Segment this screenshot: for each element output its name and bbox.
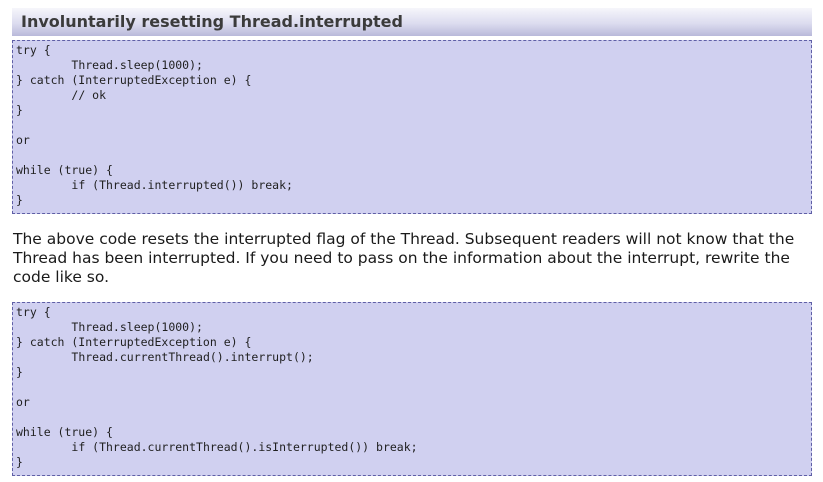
code-text-fixed: try { Thread.sleep(1000); } catch (Inter…: [16, 305, 418, 469]
section-title: Involuntarily resetting Thread.interrupt…: [21, 12, 403, 31]
explanation-paragraph: The above code resets the interrupted fl…: [13, 230, 795, 286]
code-block-fixed: try { Thread.sleep(1000); } catch (Inter…: [12, 302, 812, 476]
code-block-original: try { Thread.sleep(1000); } catch (Inter…: [12, 40, 812, 214]
code-text-original: try { Thread.sleep(1000); } catch (Inter…: [16, 43, 293, 207]
section-heading-bar: Involuntarily resetting Thread.interrupt…: [12, 8, 812, 36]
